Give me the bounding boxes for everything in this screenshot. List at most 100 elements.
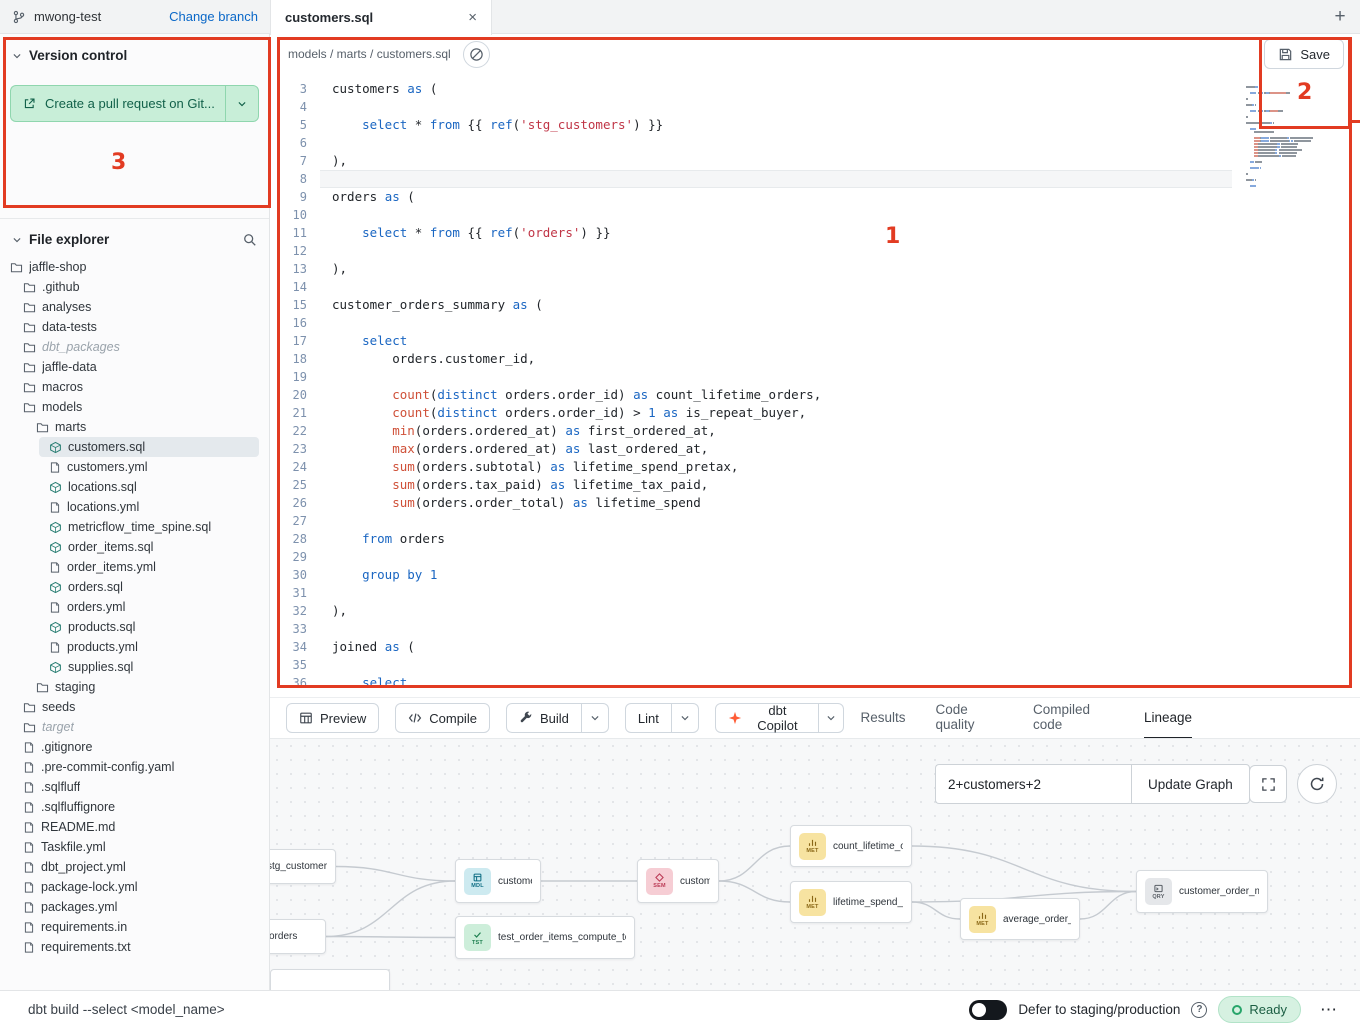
build-button[interactable]: Build [506,703,582,733]
code-line[interactable]: 30 group by 1 [270,566,1360,584]
line-number[interactable]: 9 [270,188,320,206]
tree-file-customers.yml[interactable]: customers.yml [39,457,259,477]
help-icon[interactable]: ? [1191,1002,1207,1018]
change-branch-link[interactable]: Change branch [169,9,258,24]
tab-lineage[interactable]: Lineage [1144,698,1192,739]
line-number[interactable]: 28 [270,530,320,548]
lineage-node-lifetime_spend_pretax[interactable]: METlifetime_spend_pretax [790,881,912,923]
code-line[interactable]: 10 [270,206,1360,224]
tree-folder-dbt_packages[interactable]: dbt_packages [13,337,259,357]
tree-file-.sqlfluff[interactable]: .sqlfluff [13,777,259,797]
code-line[interactable]: 34joined as ( [270,638,1360,656]
line-number[interactable]: 12 [270,242,320,260]
code-line[interactable]: 29 [270,548,1360,566]
line-number[interactable]: 34 [270,638,320,656]
code-line[interactable]: 27 [270,512,1360,530]
code-line[interactable]: 28 from orders [270,530,1360,548]
update-graph-button[interactable]: Update Graph [1131,764,1250,804]
tree-folder-jaffle-data[interactable]: jaffle-data [13,357,259,377]
line-number[interactable]: 15 [270,296,320,314]
create-pr-dropdown[interactable] [225,85,259,122]
lineage-node-customer_order_metrics[interactable]: QRYcustomer_order_metrics [1136,870,1268,913]
tree-file-orders.yml[interactable]: orders.yml [39,597,259,617]
line-number[interactable]: 7 [270,152,320,170]
tree-folder-macros[interactable]: macros [13,377,259,397]
line-number[interactable]: 36 [270,674,320,692]
save-button[interactable]: Save [1264,39,1344,69]
line-number[interactable]: 35 [270,656,320,674]
code-line[interactable]: 9orders as ( [270,188,1360,206]
line-number[interactable]: 5 [270,116,320,134]
tree-file-locations.yml[interactable]: locations.yml [39,497,259,517]
code-line[interactable]: 25 sum(orders.tax_paid) as lifetime_tax_… [270,476,1360,494]
code-line[interactable]: 4 [270,98,1360,116]
code-line[interactable]: 26 sum(orders.order_total) as lifetime_s… [270,494,1360,512]
lineage-node-test_order_items[interactable]: TSTtest_order_items_compute_to_bools... [455,916,635,959]
search-icon[interactable] [243,233,257,247]
code-line[interactable]: 21 count(distinct orders.order_id) > 1 a… [270,404,1360,422]
line-number[interactable]: 13 [270,260,320,278]
code-line[interactable]: 33 [270,620,1360,638]
overflow-menu-button[interactable]: ⋯ [1312,1000,1346,1020]
line-number[interactable]: 14 [270,278,320,296]
tree-file-metricflow_time_spine.sql[interactable]: metricflow_time_spine.sql [39,517,259,537]
code-line[interactable]: 16 [270,314,1360,332]
tree-folder-data-tests[interactable]: data-tests [13,317,259,337]
code-line[interactable]: 31 [270,584,1360,602]
line-number[interactable]: 31 [270,584,320,602]
minimap[interactable] [1232,74,1360,697]
lineage-node-customers_semantic[interactable]: SEMcustomers [637,859,719,903]
code-line[interactable]: 17 select [270,332,1360,350]
code-line[interactable]: 8 [270,170,1360,188]
tree-file-products.sql[interactable]: products.sql [39,617,259,637]
tree-file-.gitignore[interactable]: .gitignore [13,737,259,757]
tree-file-packages.yml[interactable]: packages.yml [13,897,259,917]
tree-file-orders.sql[interactable]: orders.sql [39,577,259,597]
new-tab-button[interactable]: + [1320,0,1360,33]
lint-dropdown[interactable] [672,703,699,733]
line-number[interactable]: 29 [270,548,320,566]
create-pr-button[interactable]: Create a pull request on Git... [10,85,225,122]
lineage-node-orders[interactable]: MDLorders [270,919,326,954]
code-line[interactable]: 14 [270,278,1360,296]
lineage-node-partial_node[interactable] [270,969,390,990]
tree-file-products.yml[interactable]: products.yml [39,637,259,657]
code-line[interactable]: 35 [270,656,1360,674]
code-line[interactable]: 36 select [270,674,1360,692]
tree-folder-analyses[interactable]: analyses [13,297,259,317]
tree-folder-marts[interactable]: marts [26,417,259,437]
file-explorer-header[interactable]: File explorer [0,232,269,247]
compile-button[interactable]: Compile [395,703,490,733]
tree-file-locations.sql[interactable]: locations.sql [39,477,259,497]
tree-file-.sqlfluffignore[interactable]: .sqlfluffignore [13,797,259,817]
tree-file-order_items.sql[interactable]: order_items.sql [39,537,259,557]
line-number[interactable]: 18 [270,350,320,368]
code-line[interactable]: 12 [270,242,1360,260]
lineage-node-average_order_value[interactable]: METaverage_order_value [960,898,1080,940]
tree-file-README.md[interactable]: README.md [13,817,259,837]
line-number[interactable]: 25 [270,476,320,494]
tree-folder-.github[interactable]: .github [13,277,259,297]
refresh-button[interactable] [1297,764,1337,804]
copilot-dropdown[interactable] [819,703,844,733]
tree-file-Taskfile.yml[interactable]: Taskfile.yml [13,837,259,857]
line-number[interactable]: 30 [270,566,320,584]
code-line[interactable]: 23 max(orders.ordered_at) as last_ordere… [270,440,1360,458]
tree-file-.pre-commit-config.yaml[interactable]: .pre-commit-config.yaml [13,757,259,777]
tree-file-customers.sql[interactable]: customers.sql [39,437,259,457]
code-line[interactable]: 22 min(orders.ordered_at) as first_order… [270,422,1360,440]
line-number[interactable]: 16 [270,314,320,332]
tab-results[interactable]: Results [860,698,905,739]
tree-file-order_items.yml[interactable]: order_items.yml [39,557,259,577]
code-line[interactable]: 15customer_orders_summary as ( [270,296,1360,314]
line-number[interactable]: 33 [270,620,320,638]
code-line[interactable]: 5 select * from {{ ref('stg_customers') … [270,116,1360,134]
lineage-search-input[interactable] [935,764,1131,804]
jinja-toggle-button[interactable] [463,41,490,68]
line-number[interactable]: 4 [270,98,320,116]
line-number[interactable]: 22 [270,422,320,440]
line-number[interactable]: 20 [270,386,320,404]
tree-file-supplies.sql[interactable]: supplies.sql [39,657,259,677]
tree-file-requirements.in[interactable]: requirements.in [13,917,259,937]
lint-button[interactable]: Lint [625,703,672,733]
